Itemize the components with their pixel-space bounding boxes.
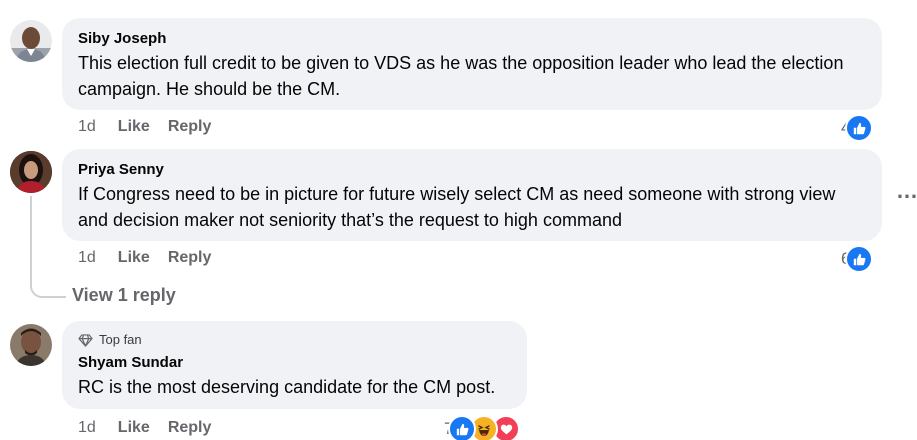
- reply-button[interactable]: Reply: [168, 248, 212, 268]
- like-button[interactable]: Like: [118, 117, 150, 137]
- comment-time[interactable]: 1d: [78, 418, 96, 438]
- comment-author[interactable]: Siby Joseph: [78, 29, 866, 49]
- like-button[interactable]: Like: [118, 418, 150, 438]
- avatar-image: [10, 20, 52, 62]
- top-fan-label: Top fan: [99, 332, 142, 347]
- comment-bubble: Siby Joseph This election full credit to…: [62, 18, 882, 110]
- comment-text: RC is the most deserving candidate for t…: [78, 377, 496, 397]
- diamond-icon: [78, 333, 93, 347]
- comment-time[interactable]: 1d: [78, 117, 96, 137]
- avatar[interactable]: [10, 20, 52, 62]
- comment-actions: 1d Like Reply: [78, 117, 211, 137]
- reaction-summary[interactable]: 6: [841, 245, 874, 273]
- reaction-summary[interactable]: 7: [444, 415, 521, 440]
- avatar[interactable]: [10, 151, 52, 193]
- comments-section: Siby Joseph This election full credit to…: [0, 0, 917, 440]
- thread-line: [30, 196, 32, 276]
- comment-bubble: Top fan Shyam Sundar RC is the most dese…: [62, 321, 527, 409]
- reaction-summary[interactable]: 4: [841, 114, 874, 142]
- avatar-image: [10, 151, 52, 193]
- comment-bubble: Priya Senny If Congress need to be in pi…: [62, 149, 882, 241]
- more-options-icon[interactable]: …: [896, 178, 917, 204]
- top-fan-badge: Top fan: [78, 331, 511, 349]
- avatar-image: [10, 324, 52, 366]
- avatar[interactable]: [10, 324, 52, 366]
- reply-button[interactable]: Reply: [168, 117, 212, 137]
- comment-time[interactable]: 1d: [78, 248, 96, 268]
- comment-text: This election full credit to be given to…: [78, 53, 844, 99]
- like-icon: [448, 415, 477, 440]
- view-replies-link[interactable]: View 1 reply: [72, 285, 176, 306]
- like-icon: [845, 114, 874, 142]
- comment-actions: 1d Like Reply: [78, 418, 211, 438]
- comment-text: If Congress need to be in picture for fu…: [78, 184, 836, 230]
- comment-actions: 1d Like Reply: [78, 248, 211, 268]
- like-icon: [845, 245, 874, 273]
- comment-author[interactable]: Shyam Sundar: [78, 353, 511, 373]
- like-button[interactable]: Like: [118, 248, 150, 268]
- reply-button[interactable]: Reply: [168, 418, 212, 438]
- thread-connector: [30, 270, 66, 298]
- comment-author[interactable]: Priya Senny: [78, 160, 866, 180]
